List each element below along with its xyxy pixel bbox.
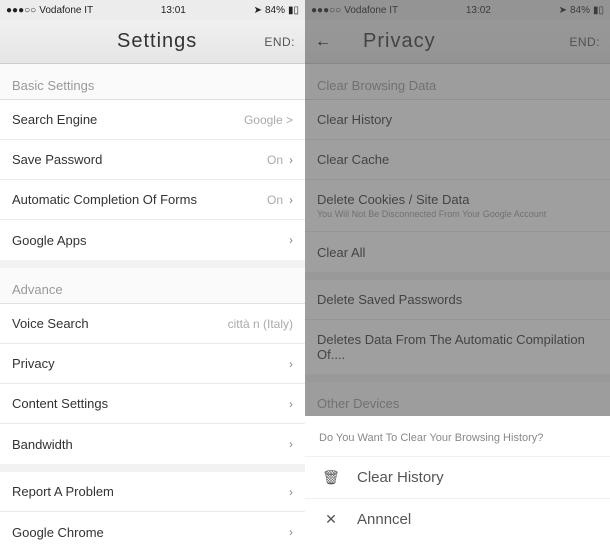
privacy-screen: ●●●○○ Vodafone IT 13:02 ➤ 84% ▮▯ ← Priva… — [305, 0, 610, 546]
battery-label: 84% — [265, 5, 285, 16]
settings-content: Basic Settings Search Engine Google > Sa… — [0, 64, 305, 546]
section-basic: Basic Settings — [0, 64, 305, 100]
row-label: Google Apps — [12, 233, 86, 248]
sheet-cancel[interactable]: ✕ Annncel — [305, 498, 610, 540]
sheet-row-label: Annncel — [357, 511, 411, 528]
row-privacy[interactable]: Privacy › — [0, 344, 305, 384]
status-time: 13:01 — [161, 5, 186, 16]
row-label: Deletes Data From The Automatic Compilat… — [317, 332, 598, 362]
close-icon: ✕ — [323, 511, 339, 528]
row-clear-cache[interactable]: Clear Cache — [305, 140, 610, 180]
signal-dots: ●●●○○ — [6, 5, 36, 16]
row-google-chrome[interactable]: Google Chrome › — [0, 512, 305, 546]
row-label: Bandwidth — [12, 437, 73, 452]
row-delete-saved-passwords[interactable]: Delete Saved Passwords — [305, 280, 610, 320]
chevron-right-icon: › — [289, 397, 293, 411]
row-delete-cookies[interactable]: Delete Cookies / Site Data You Will Not … — [305, 180, 610, 232]
row-label: Content Settings — [12, 396, 108, 411]
row-label: Clear History — [317, 112, 392, 127]
row-google-apps[interactable]: Google Apps › — [0, 220, 305, 260]
row-report-problem[interactable]: Report A Problem › — [0, 472, 305, 512]
sheet-clear-history[interactable]: 🗑 Clear History — [305, 456, 610, 498]
section-advance: Advance — [0, 268, 305, 304]
row-label: Save Password — [12, 152, 102, 167]
row-label: Delete Saved Passwords — [317, 292, 462, 307]
chevron-right-icon: › — [289, 437, 293, 451]
trash-icon: 🗑 — [323, 469, 339, 486]
location-icon: ➤ — [559, 5, 567, 16]
row-clear-history[interactable]: Clear History — [305, 100, 610, 140]
row-search-engine[interactable]: Search Engine Google > — [0, 100, 305, 140]
chevron-right-icon: › — [289, 153, 293, 167]
arrow-left-icon: ← — [315, 33, 331, 51]
location-icon: ➤ — [254, 5, 262, 16]
battery-icon: ▮▯ — [288, 5, 299, 16]
end-button[interactable]: END: — [569, 35, 600, 49]
status-bar: ●●●○○ Vodafone IT 13:01 ➤ 84% ▮▯ — [0, 0, 305, 20]
section-other-devices: Other Devices — [305, 382, 610, 418]
row-label: Report A Problem — [12, 484, 114, 499]
row-voice-search[interactable]: Voice Search città n (Italy) — [0, 304, 305, 344]
end-button[interactable]: END: — [264, 35, 295, 49]
row-label: Voice Search — [12, 316, 89, 331]
battery-label: 84% — [570, 5, 590, 16]
carrier-label: Vodafone IT — [39, 5, 93, 16]
chevron-right-icon: › — [289, 525, 293, 539]
row-value: On — [267, 193, 283, 207]
chevron-right-icon: › — [289, 233, 293, 247]
row-delete-autocomp[interactable]: Deletes Data From The Automatic Compilat… — [305, 320, 610, 374]
section-clear-data: Clear Browsing Data — [305, 64, 610, 100]
settings-header: Settings END: — [0, 20, 305, 64]
signal-dots: ●●●○○ — [311, 5, 341, 16]
row-label: Google Chrome — [12, 525, 104, 540]
privacy-header: ← Privacy END: — [305, 20, 610, 64]
settings-screen: ●●●○○ Vodafone IT 13:01 ➤ 84% ▮▯ Setting… — [0, 0, 305, 546]
row-value: On — [267, 153, 283, 167]
row-label: Delete Cookies / Site Data — [317, 192, 546, 207]
row-value: città n (Italy) — [228, 317, 293, 331]
row-clear-all[interactable]: Clear All — [305, 232, 610, 272]
chevron-right-icon: › — [289, 485, 293, 499]
row-label: Search Engine — [12, 112, 97, 127]
status-bar: ●●●○○ Vodafone IT 13:02 ➤ 84% ▮▯ — [305, 0, 610, 20]
row-auto-forms[interactable]: Automatic Completion Of Forms On › — [0, 180, 305, 220]
sheet-row-label: Clear History — [357, 469, 444, 486]
row-subtext: You Will Not Be Disconnected From Your G… — [317, 209, 546, 219]
chevron-right-icon: › — [289, 193, 293, 207]
chevron-right-icon: › — [289, 357, 293, 371]
back-button[interactable]: ← — [315, 33, 355, 51]
page-title: Settings — [117, 30, 197, 53]
row-label: Privacy — [12, 356, 55, 371]
status-time: 13:02 — [466, 5, 491, 16]
page-title: Privacy — [355, 30, 569, 53]
row-bandwidth[interactable]: Bandwidth › — [0, 424, 305, 464]
row-content-settings[interactable]: Content Settings › — [0, 384, 305, 424]
row-label: Clear Cache — [317, 152, 389, 167]
sheet-prompt: Do You Want To Clear Your Browsing Histo… — [305, 426, 610, 456]
carrier-label: Vodafone IT — [344, 5, 398, 16]
battery-icon: ▮▯ — [593, 5, 604, 16]
row-label: Automatic Completion Of Forms — [12, 192, 197, 207]
row-label: Clear All — [317, 245, 365, 260]
row-value: Google > — [244, 113, 293, 127]
row-save-password[interactable]: Save Password On › — [0, 140, 305, 180]
confirm-sheet: Do You Want To Clear Your Browsing Histo… — [305, 416, 610, 546]
